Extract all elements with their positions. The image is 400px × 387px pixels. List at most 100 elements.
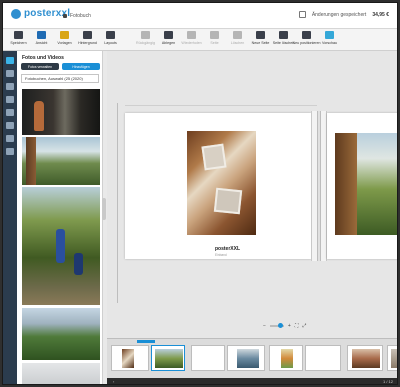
masks-tab-icon[interactable]: [6, 135, 14, 142]
filmstrip-footer: ‹ 1 / 12: [107, 378, 397, 384]
photos-tab-icon[interactable]: [6, 57, 14, 64]
photo-arch: [335, 133, 357, 235]
panel-buttons: Fotos verwalten Hinzufügen: [21, 63, 100, 70]
reposition-icon: [302, 31, 311, 39]
preview-icon: [325, 31, 334, 39]
redo-icon: [187, 31, 196, 39]
toolbar-new-page[interactable]: Neue Seite: [249, 29, 272, 45]
toolbar-redo[interactable]: Wiederholen: [180, 29, 203, 45]
toolbar-label: Wiederholen: [181, 41, 202, 45]
text-tab-icon[interactable]: [6, 96, 14, 103]
save-status-text: Änderungen gespeichert: [311, 11, 367, 18]
page-thumbnail[interactable]: [347, 345, 383, 371]
zoom-out-button[interactable]: −: [263, 323, 266, 329]
templates-icon: [60, 31, 69, 39]
page-icon: [210, 31, 219, 39]
photo-tree: [26, 137, 36, 185]
photobook-editor: posterxxl Fotobuch Änderungen gespeicher…: [2, 2, 398, 385]
main-toolbar: Speichern Ansicht Vorlagen Hintergrund L…: [3, 29, 397, 51]
page-thumbnail[interactable]: [227, 345, 265, 371]
thumb-image: [281, 349, 293, 368]
photo-thumbnail[interactable]: [22, 187, 100, 305]
toolbar-label: Ansicht: [35, 41, 48, 45]
cover-title[interactable]: posterXXL: [215, 246, 240, 252]
backgrounds-tab-icon[interactable]: [6, 83, 14, 90]
zoom-slider-knob[interactable]: [277, 323, 283, 328]
toolbar-label: Seite löschen: [272, 41, 295, 45]
toolbar-view[interactable]: Ansicht: [30, 29, 53, 45]
panel-title: Fotos und Videos: [22, 55, 64, 61]
price-display[interactable]: 34,95 €: [372, 12, 389, 18]
photo-figure: [34, 101, 44, 131]
guide-line: [125, 105, 317, 106]
toolbar-label: Rückgängig: [136, 41, 155, 45]
panel-resize-handle[interactable]: [102, 198, 106, 220]
toolbar-save[interactable]: Speichern: [7, 29, 30, 45]
photo-person: [56, 229, 65, 263]
cover-subtitle: Einband: [215, 253, 227, 257]
add-photos-button[interactable]: Hinzufügen: [62, 63, 100, 70]
page-thumbnail[interactable]: [111, 345, 149, 371]
project-menu[interactable]: Fotobuch: [63, 13, 91, 19]
thumb-image: [155, 349, 183, 368]
cliparts-tab-icon[interactable]: [6, 109, 14, 116]
page-thumbnail[interactable]: [269, 345, 303, 371]
zoom-in-button[interactable]: +: [288, 323, 291, 329]
top-right-status: Änderungen gespeichert 34,95 €: [298, 11, 389, 18]
photo-print: [201, 143, 227, 171]
toolbar-undo[interactable]: Rückgängig: [134, 29, 157, 45]
toolbar-templates[interactable]: Vorlagen: [53, 29, 76, 45]
thumb-image: [122, 349, 134, 368]
photo-on-page[interactable]: [335, 133, 397, 235]
logo-icon: [11, 8, 21, 19]
photo-thumbnail[interactable]: [22, 363, 100, 384]
settings-tab-icon[interactable]: [6, 148, 14, 155]
thumb-image: [237, 349, 259, 368]
save-status-icon: [298, 11, 306, 18]
toolbar-delete[interactable]: Löschen: [226, 29, 249, 45]
fullscreen-icon[interactable]: ⤢: [302, 323, 306, 329]
canvas-workspace: posterXXL Einband − + ⛶ ⤢: [107, 51, 397, 338]
guide-line: [117, 103, 118, 303]
photo-thumbnail[interactable]: [22, 89, 100, 135]
toolbar-clipboard[interactable]: Ablegen: [157, 29, 180, 45]
toolbar-label: Löschen: [230, 41, 245, 45]
prev-page-button[interactable]: ‹: [113, 379, 114, 384]
background-icon: [83, 31, 92, 39]
photo-print: [213, 187, 243, 215]
book-spine[interactable]: [311, 111, 327, 261]
toolbar-page[interactable]: Seite: [203, 29, 226, 45]
top-bar: posterxxl Fotobuch Änderungen gespeicher…: [3, 3, 397, 29]
layouts-tab-icon[interactable]: [6, 70, 14, 77]
zoom-slider[interactable]: [269, 323, 284, 328]
delete-icon: [233, 31, 242, 39]
new-page-icon: [256, 31, 265, 39]
page-thumbnail[interactable]: [151, 345, 185, 371]
toolbar-label: Speichern: [10, 41, 27, 45]
photo-thumbnail[interactable]: [22, 308, 100, 360]
spine-bar: [317, 111, 321, 261]
fit-to-screen-icon[interactable]: ⛶: [295, 323, 299, 329]
left-rail: [3, 51, 17, 384]
toolbar-reposition[interactable]: Neu positionieren: [293, 29, 321, 45]
toolbar-layouts[interactable]: Layouts: [99, 29, 122, 45]
toolbar-label: Neue Seite: [251, 41, 270, 45]
toolbar-background[interactable]: Hintergrund: [76, 29, 99, 45]
page-thumbnail[interactable]: [387, 345, 397, 371]
toolbar-preview[interactable]: Vorschau: [318, 29, 341, 45]
thumb-image: [352, 349, 380, 368]
toolbar-label: Ablegen: [161, 41, 176, 45]
frames-tab-icon[interactable]: [6, 122, 14, 129]
manage-photos-button[interactable]: Fotos verwalten: [21, 63, 59, 70]
album-select[interactable]: Fotobuchen, Auswahl (25 (2020): [21, 74, 99, 83]
page-filmstrip: ‹ 1 / 12: [107, 338, 397, 384]
toolbar-label: Hintergrund: [78, 41, 97, 45]
photo-thumbnail[interactable]: [22, 137, 100, 185]
toolbar-label: Seite: [210, 41, 219, 45]
logo[interactable]: posterxxl: [11, 8, 70, 19]
project-label: Fotobuch: [70, 13, 91, 19]
view-icon: [37, 31, 46, 39]
page-thumbnail[interactable]: [305, 345, 341, 371]
photo-on-page[interactable]: [187, 131, 256, 235]
page-thumbnail[interactable]: [191, 345, 225, 371]
